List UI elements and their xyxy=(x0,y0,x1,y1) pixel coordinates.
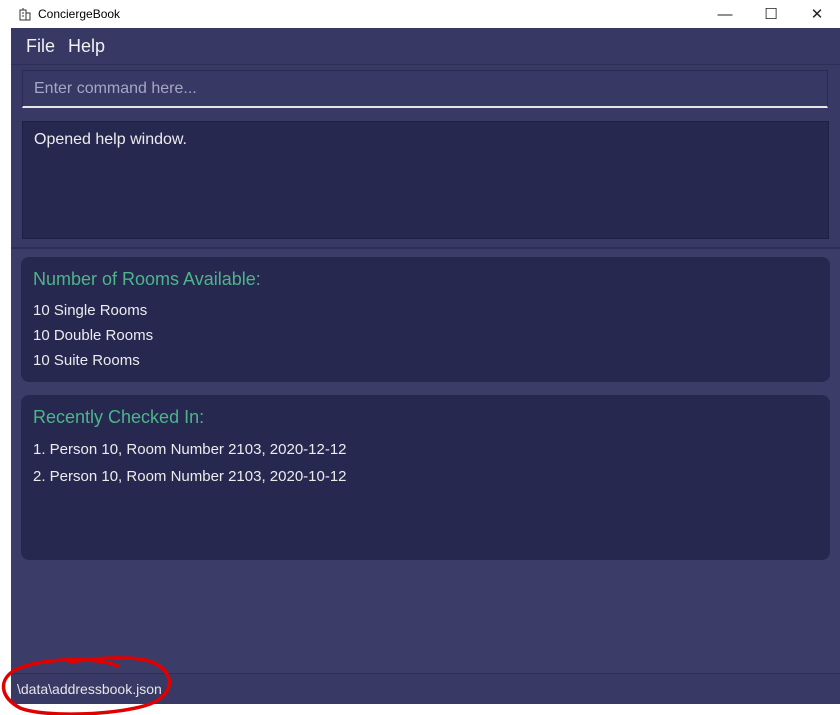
divider xyxy=(11,247,840,249)
status-bar: \data\addressbook.json xyxy=(11,673,840,704)
command-area xyxy=(11,65,840,113)
checkin-line: 2. Person 10, Room Number 2103, 2020-10-… xyxy=(33,468,347,485)
window-title: ConciergeBook xyxy=(38,7,121,21)
window-controls: — ☐ ✕ xyxy=(702,0,840,28)
minimize-icon[interactable]: — xyxy=(702,0,748,28)
recently-checked-in-card: Recently Checked In: 1. Person 10, Room … xyxy=(21,395,830,560)
rooms-line: 10 Single Rooms xyxy=(33,302,148,319)
building-icon xyxy=(18,7,32,21)
rooms-available-title: Number of Rooms Available: xyxy=(33,269,261,289)
command-input[interactable] xyxy=(22,70,828,108)
rooms-line: 10 Double Rooms xyxy=(33,327,154,344)
rooms-available-card: Number of Rooms Available: 10 Single Roo… xyxy=(21,257,830,382)
menu-bar: File Help xyxy=(11,28,840,65)
result-area: Opened help window. xyxy=(11,113,840,247)
close-icon[interactable]: ✕ xyxy=(794,0,840,28)
result-display[interactable]: Opened help window. xyxy=(22,121,829,239)
bottom-border xyxy=(11,704,840,715)
menu-help[interactable]: Help xyxy=(68,36,105,57)
left-gutter xyxy=(0,28,11,715)
result-text: Opened help window. xyxy=(34,131,187,148)
rooms-line: 10 Suite Rooms xyxy=(33,352,140,369)
maximize-icon[interactable]: ☐ xyxy=(748,0,794,28)
title-bar: ConciergeBook — ☐ ✕ xyxy=(0,0,840,28)
menu-file[interactable]: File xyxy=(26,36,55,57)
checkin-line: 1. Person 10, Room Number 2103, 2020-12-… xyxy=(33,441,347,458)
app-body: File Help Opened help window. Number of … xyxy=(11,28,840,704)
recently-checked-in-title: Recently Checked In: xyxy=(33,407,205,427)
storage-path: \data\addressbook.json xyxy=(17,681,162,697)
